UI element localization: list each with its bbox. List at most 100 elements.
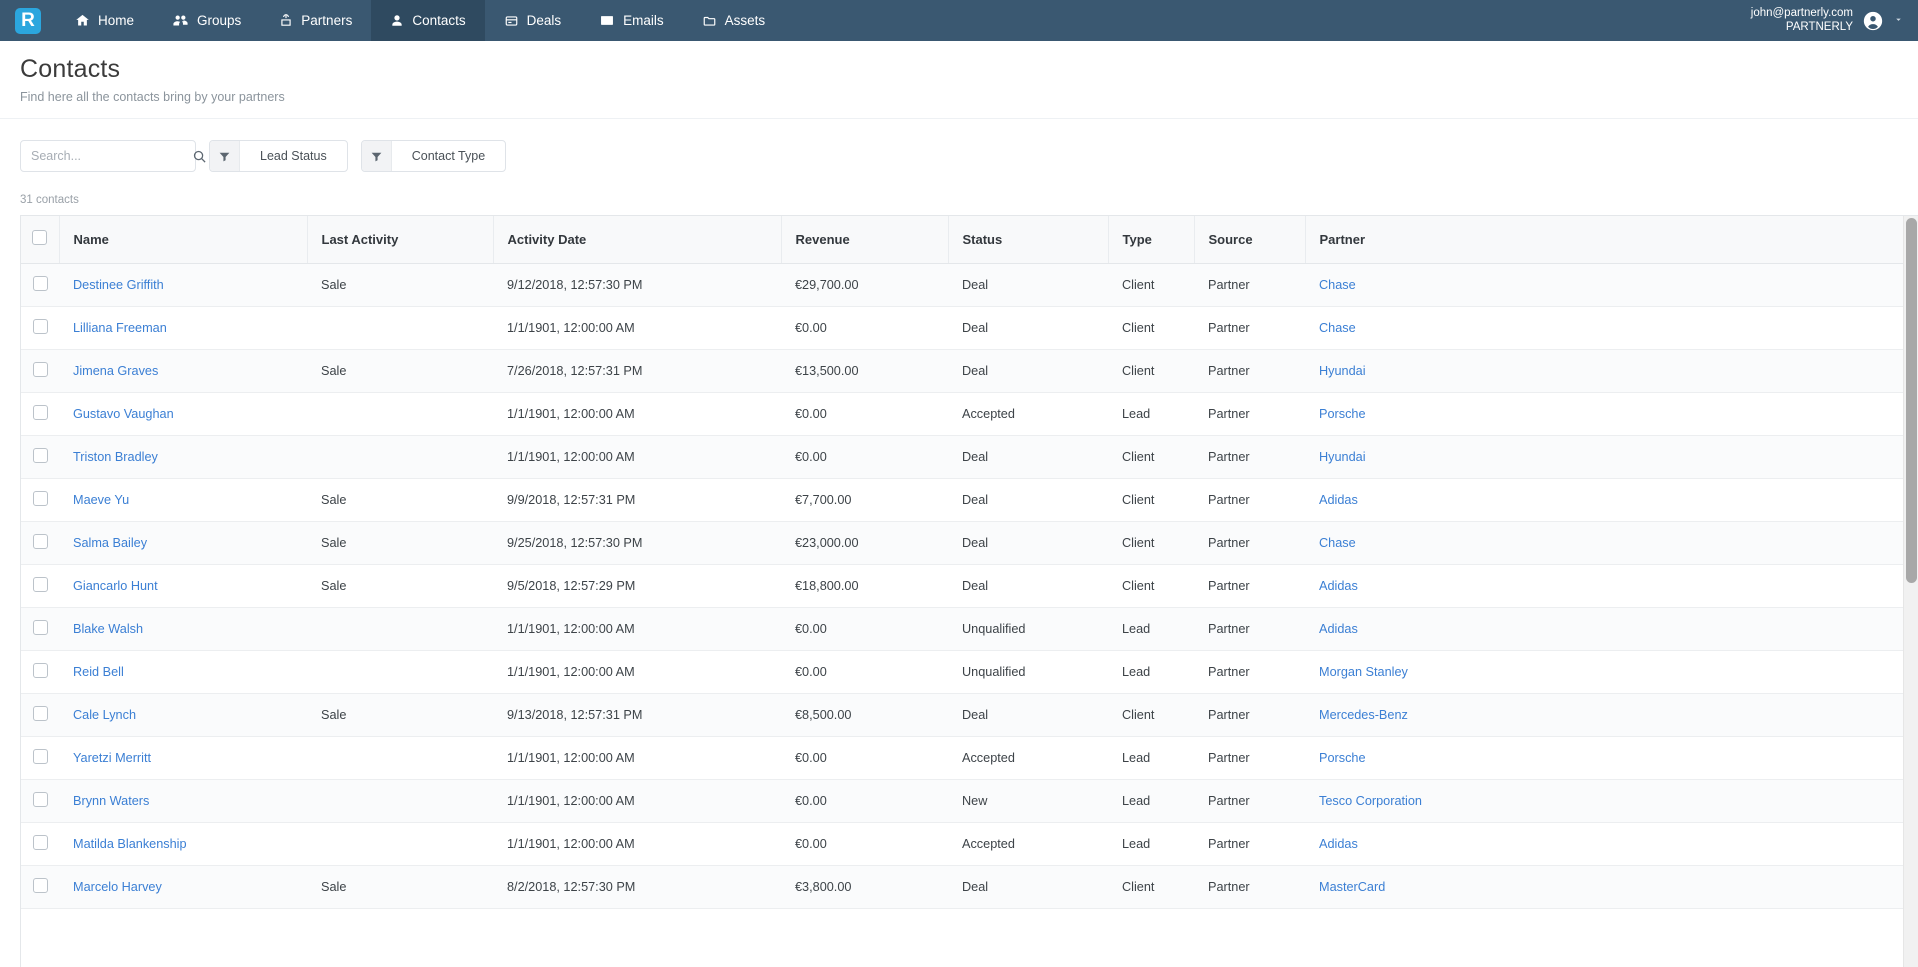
- cell-partner-text[interactable]: MasterCard: [1319, 880, 1385, 894]
- cell-name[interactable]: Reid Bell: [59, 650, 307, 694]
- table-row[interactable]: Gustavo Vaughan 1/1/1901, 12:00:00 AM €0.0…: [21, 392, 1905, 436]
- cell-name-text[interactable]: Blake Walsh: [73, 622, 143, 636]
- cell-name[interactable]: Blake Walsh: [59, 607, 307, 651]
- row-checkbox[interactable]: [32, 361, 48, 377]
- cell-name[interactable]: Lilliana Freeman: [59, 306, 307, 350]
- column-header-name[interactable]: Name: [59, 216, 308, 264]
- cell-name-text[interactable]: Marcelo Harvey: [73, 880, 162, 894]
- cell-name[interactable]: Giancarlo Hunt: [59, 564, 307, 608]
- cell-partner[interactable]: Morgan Stanley: [1305, 650, 1905, 694]
- search-icon[interactable]: [192, 149, 207, 164]
- chevron-down-icon[interactable]: [1893, 14, 1904, 28]
- cell-partner[interactable]: Adidas: [1305, 607, 1905, 651]
- cell-name[interactable]: Gustavo Vaughan: [59, 392, 307, 436]
- cell-partner[interactable]: Adidas: [1305, 564, 1905, 608]
- cell-name-text[interactable]: Gustavo Vaughan: [73, 407, 174, 421]
- cell-name[interactable]: Salma Bailey: [59, 521, 307, 565]
- cell-partner-text[interactable]: Adidas: [1319, 622, 1358, 636]
- table-row[interactable]: Matilda Blankenship 1/1/1901, 12:00:00 AM…: [21, 822, 1905, 866]
- row-checkbox[interactable]: [32, 791, 48, 807]
- cell-partner[interactable]: Porsche: [1305, 736, 1905, 780]
- cell-name[interactable]: Maeve Yu: [59, 478, 307, 522]
- row-checkbox[interactable]: [32, 576, 48, 592]
- table-row[interactable]: Reid Bell 1/1/1901, 12:00:00 AM €0.00 Unqua…: [21, 650, 1905, 694]
- row-checkbox[interactable]: [32, 275, 48, 291]
- cell-name-text[interactable]: Yaretzi Merritt: [73, 751, 151, 765]
- cell-name-text[interactable]: Jimena Graves: [73, 364, 158, 378]
- nav-item-assets[interactable]: Assets: [683, 0, 785, 41]
- nav-item-partners[interactable]: Partners: [260, 0, 371, 41]
- cell-partner-text[interactable]: Hyundai: [1319, 364, 1366, 378]
- cell-name-text[interactable]: Salma Bailey: [73, 536, 147, 550]
- table-row[interactable]: Brynn Waters 1/1/1901, 12:00:00 AM €0.00 Ne…: [21, 779, 1905, 823]
- cell-partner[interactable]: Hyundai: [1305, 349, 1905, 393]
- table-row[interactable]: Jimena Graves Sale 7/26/2018, 12:57:31 PM €…: [21, 349, 1905, 393]
- row-checkbox[interactable]: [32, 619, 48, 635]
- search-box[interactable]: [20, 140, 206, 172]
- row-checkbox[interactable]: [32, 447, 48, 463]
- cell-partner-text[interactable]: Adidas: [1319, 493, 1358, 507]
- cell-partner-text[interactable]: Tesco Corporation: [1319, 794, 1422, 808]
- cell-partner-text[interactable]: Chase: [1319, 321, 1356, 335]
- table-row[interactable]: Blake Walsh 1/1/1901, 12:00:00 AM €0.00 Unq…: [21, 607, 1905, 651]
- vertical-scrollbar[interactable]: [1903, 216, 1918, 967]
- cell-partner-text[interactable]: Porsche: [1319, 407, 1366, 421]
- cell-partner[interactable]: Mercedes-Benz: [1305, 693, 1905, 737]
- column-header-source[interactable]: Source: [1194, 216, 1306, 264]
- cell-partner-text[interactable]: Adidas: [1319, 579, 1358, 593]
- nav-item-deals[interactable]: Deals: [485, 0, 581, 41]
- column-header-revenue[interactable]: Revenue: [781, 216, 949, 264]
- table-row[interactable]: Triston Bradley 1/1/1901, 12:00:00 AM €0.0…: [21, 435, 1905, 479]
- table-row[interactable]: Marcelo Harvey Sale 8/2/2018, 12:57:30 PM €…: [21, 865, 1905, 909]
- cell-name[interactable]: Cale Lynch: [59, 693, 307, 737]
- cell-name[interactable]: Matilda Blankenship: [59, 822, 307, 866]
- cell-partner-text[interactable]: Porsche: [1319, 751, 1366, 765]
- cell-name[interactable]: Destinee Griffith: [59, 263, 307, 307]
- cell-name-text[interactable]: Giancarlo Hunt: [73, 579, 158, 593]
- cell-name[interactable]: Brynn Waters: [59, 779, 307, 823]
- cell-name[interactable]: Yaretzi Merritt: [59, 736, 307, 780]
- nav-item-home[interactable]: Home: [56, 0, 153, 41]
- cell-name-text[interactable]: Maeve Yu: [73, 493, 129, 507]
- search-input[interactable]: [31, 149, 192, 163]
- filter-button-contact-type[interactable]: Contact Type: [360, 140, 507, 172]
- row-checkbox[interactable]: [32, 533, 48, 549]
- cell-name-text[interactable]: Lilliana Freeman: [73, 321, 167, 335]
- cell-partner-text[interactable]: Mercedes-Benz: [1319, 708, 1408, 722]
- cell-name-text[interactable]: Cale Lynch: [73, 708, 136, 722]
- table-row[interactable]: Salma Bailey Sale 9/25/2018, 12:57:30 PM €2…: [21, 521, 1905, 565]
- cell-partner[interactable]: Porsche: [1305, 392, 1905, 436]
- cell-name-text[interactable]: Triston Bradley: [73, 450, 158, 464]
- cell-partner[interactable]: Adidas: [1305, 478, 1905, 522]
- table-row[interactable]: Lilliana Freeman 1/1/1901, 12:00:00 AM €0.…: [21, 306, 1905, 350]
- row-checkbox[interactable]: [32, 705, 48, 721]
- nav-item-contacts[interactable]: Contacts: [371, 0, 485, 41]
- select-all-checkbox[interactable]: [32, 230, 48, 246]
- cell-partner[interactable]: Chase: [1305, 306, 1905, 350]
- user-menu[interactable]: john@partnerly.com PARTNERLY: [1751, 0, 1918, 41]
- cell-name-text[interactable]: Reid Bell: [73, 665, 124, 679]
- cell-partner-text[interactable]: Hyundai: [1319, 450, 1366, 464]
- cell-partner[interactable]: Tesco Corporation: [1305, 779, 1905, 823]
- cell-partner-text[interactable]: Morgan Stanley: [1319, 665, 1408, 679]
- column-header-activity-date[interactable]: Activity Date: [493, 216, 782, 264]
- row-checkbox[interactable]: [32, 318, 48, 334]
- row-checkbox[interactable]: [32, 877, 48, 893]
- cell-name-text[interactable]: Matilda Blankenship: [73, 837, 187, 851]
- app-logo[interactable]: R: [0, 0, 56, 41]
- cell-partner[interactable]: Chase: [1305, 263, 1905, 307]
- cell-partner-text[interactable]: Adidas: [1319, 837, 1358, 851]
- column-header-partner[interactable]: Partner: [1305, 216, 1905, 264]
- column-header-type[interactable]: Type: [1108, 216, 1195, 264]
- cell-partner-text[interactable]: Chase: [1319, 278, 1356, 292]
- cell-partner[interactable]: MasterCard: [1305, 865, 1905, 909]
- cell-name-text[interactable]: Destinee Griffith: [73, 278, 164, 292]
- cell-name-text[interactable]: Brynn Waters: [73, 794, 149, 808]
- table-row[interactable]: Destinee Griffith Sale 9/12/2018, 12:57:30…: [21, 263, 1905, 307]
- table-row[interactable]: Cale Lynch Sale 9/13/2018, 12:57:31 PM €8,5…: [21, 693, 1905, 737]
- cell-partner-text[interactable]: Chase: [1319, 536, 1356, 550]
- table-row[interactable]: Maeve Yu Sale 9/9/2018, 12:57:31 PM €7,700.…: [21, 478, 1905, 522]
- vertical-scrollbar-thumb[interactable]: [1906, 218, 1917, 583]
- column-header-last-activity[interactable]: Last Activity: [307, 216, 494, 264]
- cell-partner[interactable]: Adidas: [1305, 822, 1905, 866]
